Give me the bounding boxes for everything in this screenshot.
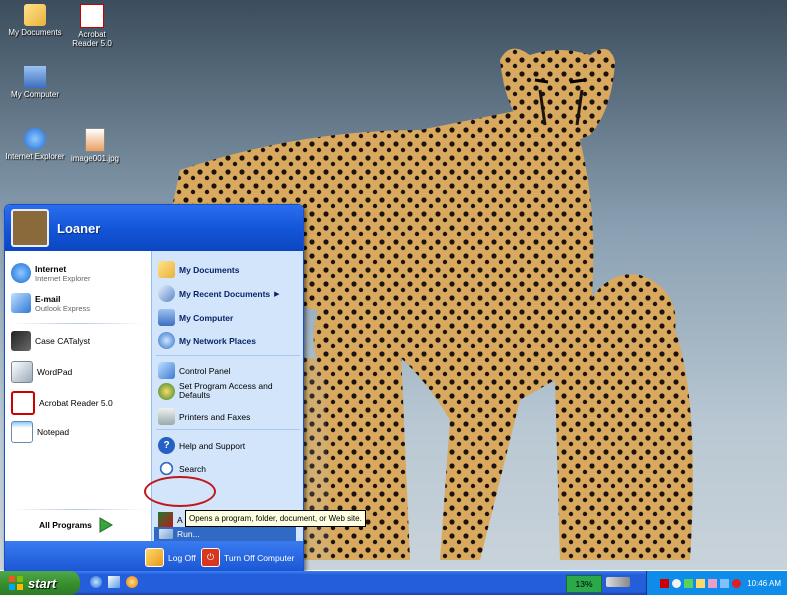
application-icon bbox=[158, 512, 173, 527]
menu-printers-and-faxes[interactable]: Printers and Faxes bbox=[158, 408, 250, 425]
ie-icon bbox=[11, 263, 31, 283]
tray-antivirus-icon[interactable] bbox=[672, 578, 682, 588]
avatar[interactable] bbox=[11, 209, 49, 247]
recent-case-catalyst[interactable]: Case CATalyst bbox=[11, 331, 90, 351]
start-menu-footer: Log Off ⏻ Turn Off Computer bbox=[5, 541, 303, 572]
green-arrow-icon bbox=[99, 517, 113, 533]
run-icon bbox=[159, 529, 173, 539]
menu-control-panel[interactable]: Control Panel bbox=[158, 362, 231, 379]
menu-my-documents[interactable]: My Documents bbox=[158, 261, 239, 278]
menu-set-program-access[interactable]: Set Program Access and Defaults bbox=[158, 382, 282, 400]
menu-my-recent-documents[interactable]: My Recent Documents ▶ bbox=[158, 285, 300, 302]
folder-icon bbox=[158, 261, 175, 278]
desktop-icon-my-computer[interactable]: My Computer bbox=[0, 66, 70, 99]
recent-docs-icon bbox=[158, 285, 175, 302]
system-tray: 10:46 AM bbox=[646, 571, 787, 595]
submenu-arrow-icon: ▶ bbox=[274, 290, 280, 298]
computer-icon bbox=[158, 309, 175, 326]
menu-my-computer[interactable]: My Computer bbox=[158, 309, 233, 326]
log-off-button[interactable]: Log Off bbox=[145, 548, 196, 567]
tray-acrobat-icon[interactable] bbox=[660, 578, 670, 588]
outlook-quick-launch-icon[interactable] bbox=[108, 576, 120, 588]
help-icon: ? bbox=[158, 437, 175, 454]
tray-alert-icon[interactable] bbox=[732, 578, 742, 588]
outlook-express-icon bbox=[11, 293, 31, 313]
menu-my-network-places[interactable]: My Network Places bbox=[158, 332, 256, 349]
start-button[interactable]: start bbox=[0, 571, 80, 595]
user-name: Loaner bbox=[57, 220, 101, 236]
clock[interactable]: 10:46 AM bbox=[747, 579, 781, 588]
program-access-icon bbox=[158, 382, 175, 400]
ie-quick-launch-icon[interactable] bbox=[90, 576, 102, 588]
menu-search[interactable]: Search bbox=[158, 460, 206, 477]
turn-off-button[interactable]: ⏻ Turn Off Computer bbox=[201, 548, 294, 567]
media-quick-launch-icon[interactable] bbox=[126, 576, 138, 588]
windows-logo-icon bbox=[9, 576, 23, 590]
all-programs-button[interactable]: All Programs bbox=[39, 517, 114, 533]
tray-security-icon[interactable] bbox=[708, 578, 718, 588]
tray-volume-icon[interactable] bbox=[696, 578, 706, 588]
computer-icon bbox=[24, 66, 46, 88]
partial-menu-item[interactable]: A bbox=[158, 512, 183, 527]
control-panel-icon bbox=[158, 362, 175, 379]
acrobat-icon bbox=[11, 391, 35, 415]
desktop-icon-acrobat[interactable]: Acrobat Reader 5.0 bbox=[66, 4, 118, 48]
start-menu-left-pane: Internet Internet Explorer E-mail Outlook … bbox=[5, 251, 151, 541]
search-icon bbox=[158, 460, 175, 477]
pinned-email[interactable]: E-mail Outlook Express bbox=[11, 293, 90, 313]
network-icon bbox=[158, 332, 175, 349]
desktop-icon-my-documents[interactable]: My Documents bbox=[0, 4, 70, 37]
notepad-icon bbox=[11, 421, 33, 443]
tray-icons bbox=[660, 578, 742, 588]
power-plug-icon[interactable] bbox=[606, 577, 630, 587]
battery-indicator[interactable]: 13% bbox=[566, 575, 602, 593]
image-file-icon bbox=[85, 128, 105, 152]
tray-display-icon[interactable] bbox=[720, 578, 730, 588]
printer-icon bbox=[158, 408, 175, 425]
run-tooltip: Opens a program, folder, document, or We… bbox=[185, 510, 366, 527]
wordpad-icon bbox=[11, 361, 33, 383]
log-off-icon bbox=[145, 548, 164, 567]
pinned-internet[interactable]: Internet Internet Explorer bbox=[11, 263, 90, 283]
run-highlight-circle bbox=[144, 476, 216, 507]
recent-notepad[interactable]: Notepad bbox=[11, 421, 69, 443]
case-catalyst-icon bbox=[11, 331, 31, 351]
desktop-icon-image001[interactable]: image001.jpg bbox=[60, 128, 130, 163]
start-menu-header: Loaner bbox=[5, 205, 303, 251]
folder-icon bbox=[24, 4, 46, 26]
taskbar: start 13% 10:46 AM bbox=[0, 571, 787, 595]
recent-acrobat-reader[interactable]: Acrobat Reader 5.0 bbox=[11, 391, 113, 415]
tray-network-icon[interactable] bbox=[684, 578, 694, 588]
power-icon: ⏻ bbox=[201, 548, 220, 567]
quick-launch bbox=[90, 576, 138, 588]
menu-run[interactable]: Run... bbox=[159, 529, 200, 539]
recent-wordpad[interactable]: WordPad bbox=[11, 361, 72, 383]
menu-help-and-support[interactable]: ? Help and Support bbox=[158, 437, 245, 454]
acrobat-icon bbox=[80, 4, 104, 28]
ie-icon bbox=[24, 128, 46, 150]
